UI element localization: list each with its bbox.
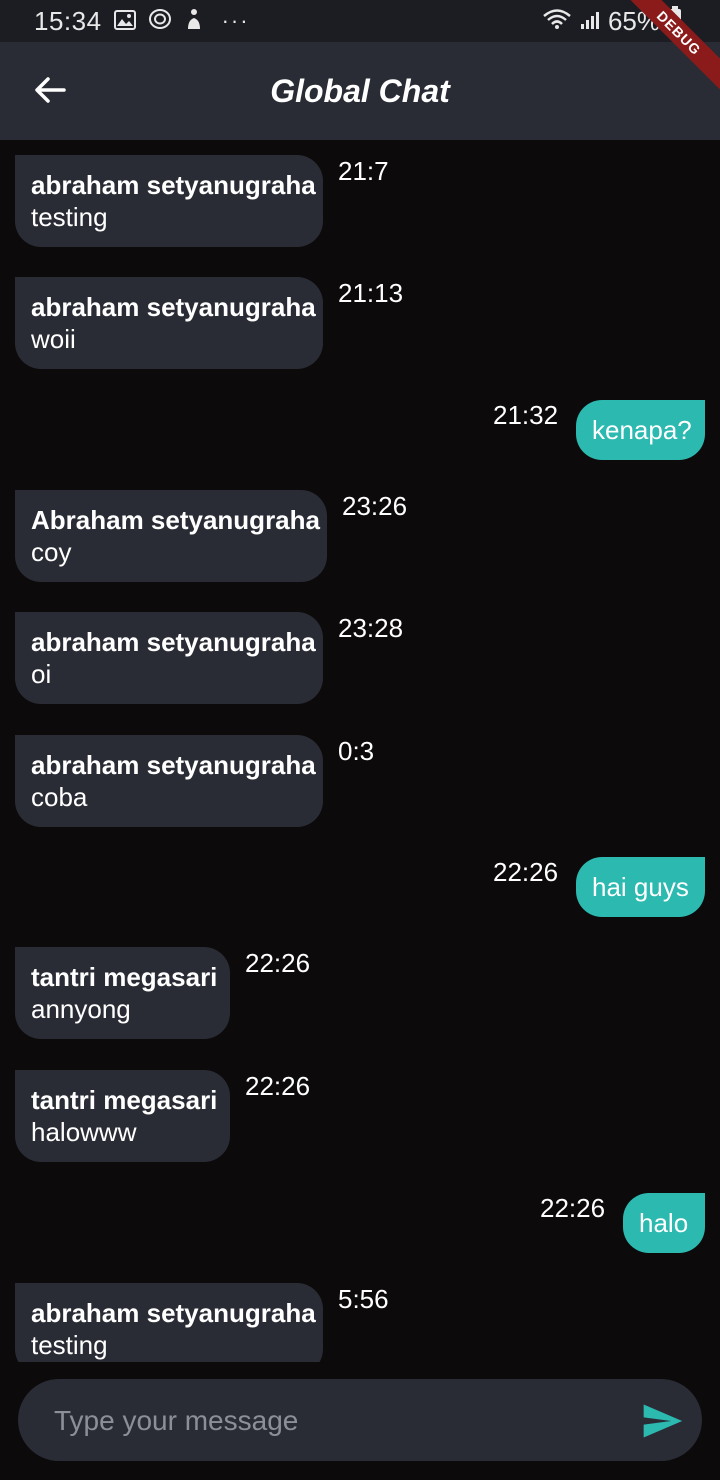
message-time: 22:26	[245, 948, 311, 978]
arrow-left-icon	[35, 77, 66, 103]
message-sender: tantri megasari	[31, 1085, 218, 1115]
send-button[interactable]	[640, 1399, 684, 1443]
message-list[interactable]: abraham setyanugraha testing 21:7 abraha…	[0, 140, 720, 1362]
outgoing-message: hai guys	[576, 857, 705, 917]
status-time: 15:34	[34, 5, 102, 36]
message-sender: Abraham setyanugraha	[31, 505, 320, 535]
incoming-message: abraham setyanugraha woii	[15, 277, 323, 369]
message-text: annyong	[31, 994, 131, 1024]
message-time: 21:7	[338, 156, 389, 186]
message-time: 21:13	[338, 278, 404, 308]
incoming-message: abraham setyanugraha coba	[15, 735, 323, 827]
message-time: 23:26	[342, 491, 408, 521]
message-text: kenapa?	[592, 414, 692, 445]
incoming-message: abraham setyanugraha testing	[15, 155, 323, 247]
message-text: halo	[639, 1207, 689, 1238]
message-text: coba	[31, 782, 88, 812]
message-time: 22:26	[245, 1071, 311, 1101]
chat-screen: 15:34 ··· 65% Global Chat DEBUG abraham …	[0, 0, 720, 1480]
message-sender: tantri megasari	[31, 962, 218, 992]
message-sender: abraham setyanugraha	[31, 170, 316, 200]
gallery-icon	[113, 6, 136, 37]
incoming-message: abraham setyanugraha oi	[15, 612, 323, 704]
message-text: testing	[31, 1330, 108, 1360]
message-time: 23:28	[338, 613, 404, 643]
message-text: hai guys	[592, 871, 689, 902]
outgoing-message: kenapa?	[576, 400, 705, 460]
outgoing-message: halo	[623, 1193, 705, 1253]
notification-icons: ···	[113, 6, 250, 37]
sync-icon	[148, 6, 172, 37]
message-text: coy	[31, 537, 72, 567]
message-text: woii	[31, 324, 76, 354]
message-time: 22:26	[493, 857, 559, 887]
message-input[interactable]	[52, 1379, 616, 1463]
status-bar: 15:34 ··· 65%	[0, 0, 720, 42]
message-time: 22:26	[540, 1193, 606, 1223]
message-time: 0:3	[338, 736, 375, 766]
message-sender: abraham setyanugraha	[31, 292, 316, 322]
message-time: 21:32	[493, 400, 559, 430]
message-time: 5:56	[338, 1284, 389, 1314]
message-composer	[18, 1379, 702, 1463]
message-sender: abraham setyanugraha	[31, 1298, 316, 1328]
wifi-icon	[542, 6, 572, 37]
accessibility-icon	[184, 6, 204, 37]
app-bar: Global Chat	[0, 42, 720, 140]
message-text: oi	[31, 659, 52, 689]
incoming-message: abraham setyanugraha testing	[15, 1283, 323, 1362]
message-text: halowww	[31, 1117, 137, 1147]
incoming-message: tantri megasari annyong	[15, 947, 230, 1039]
signal-icon	[580, 6, 600, 37]
back-button[interactable]	[26, 66, 74, 114]
incoming-message: tantri megasari halowww	[15, 1070, 230, 1162]
page-title: Global Chat	[270, 72, 450, 109]
message-text: testing	[31, 202, 108, 232]
more-notifications-indicator: ···	[221, 8, 250, 33]
message-sender: abraham setyanugraha	[31, 750, 316, 780]
message-sender: abraham setyanugraha	[31, 627, 316, 657]
send-icon	[643, 1404, 683, 1438]
incoming-message: Abraham setyanugraha coy	[15, 490, 327, 582]
